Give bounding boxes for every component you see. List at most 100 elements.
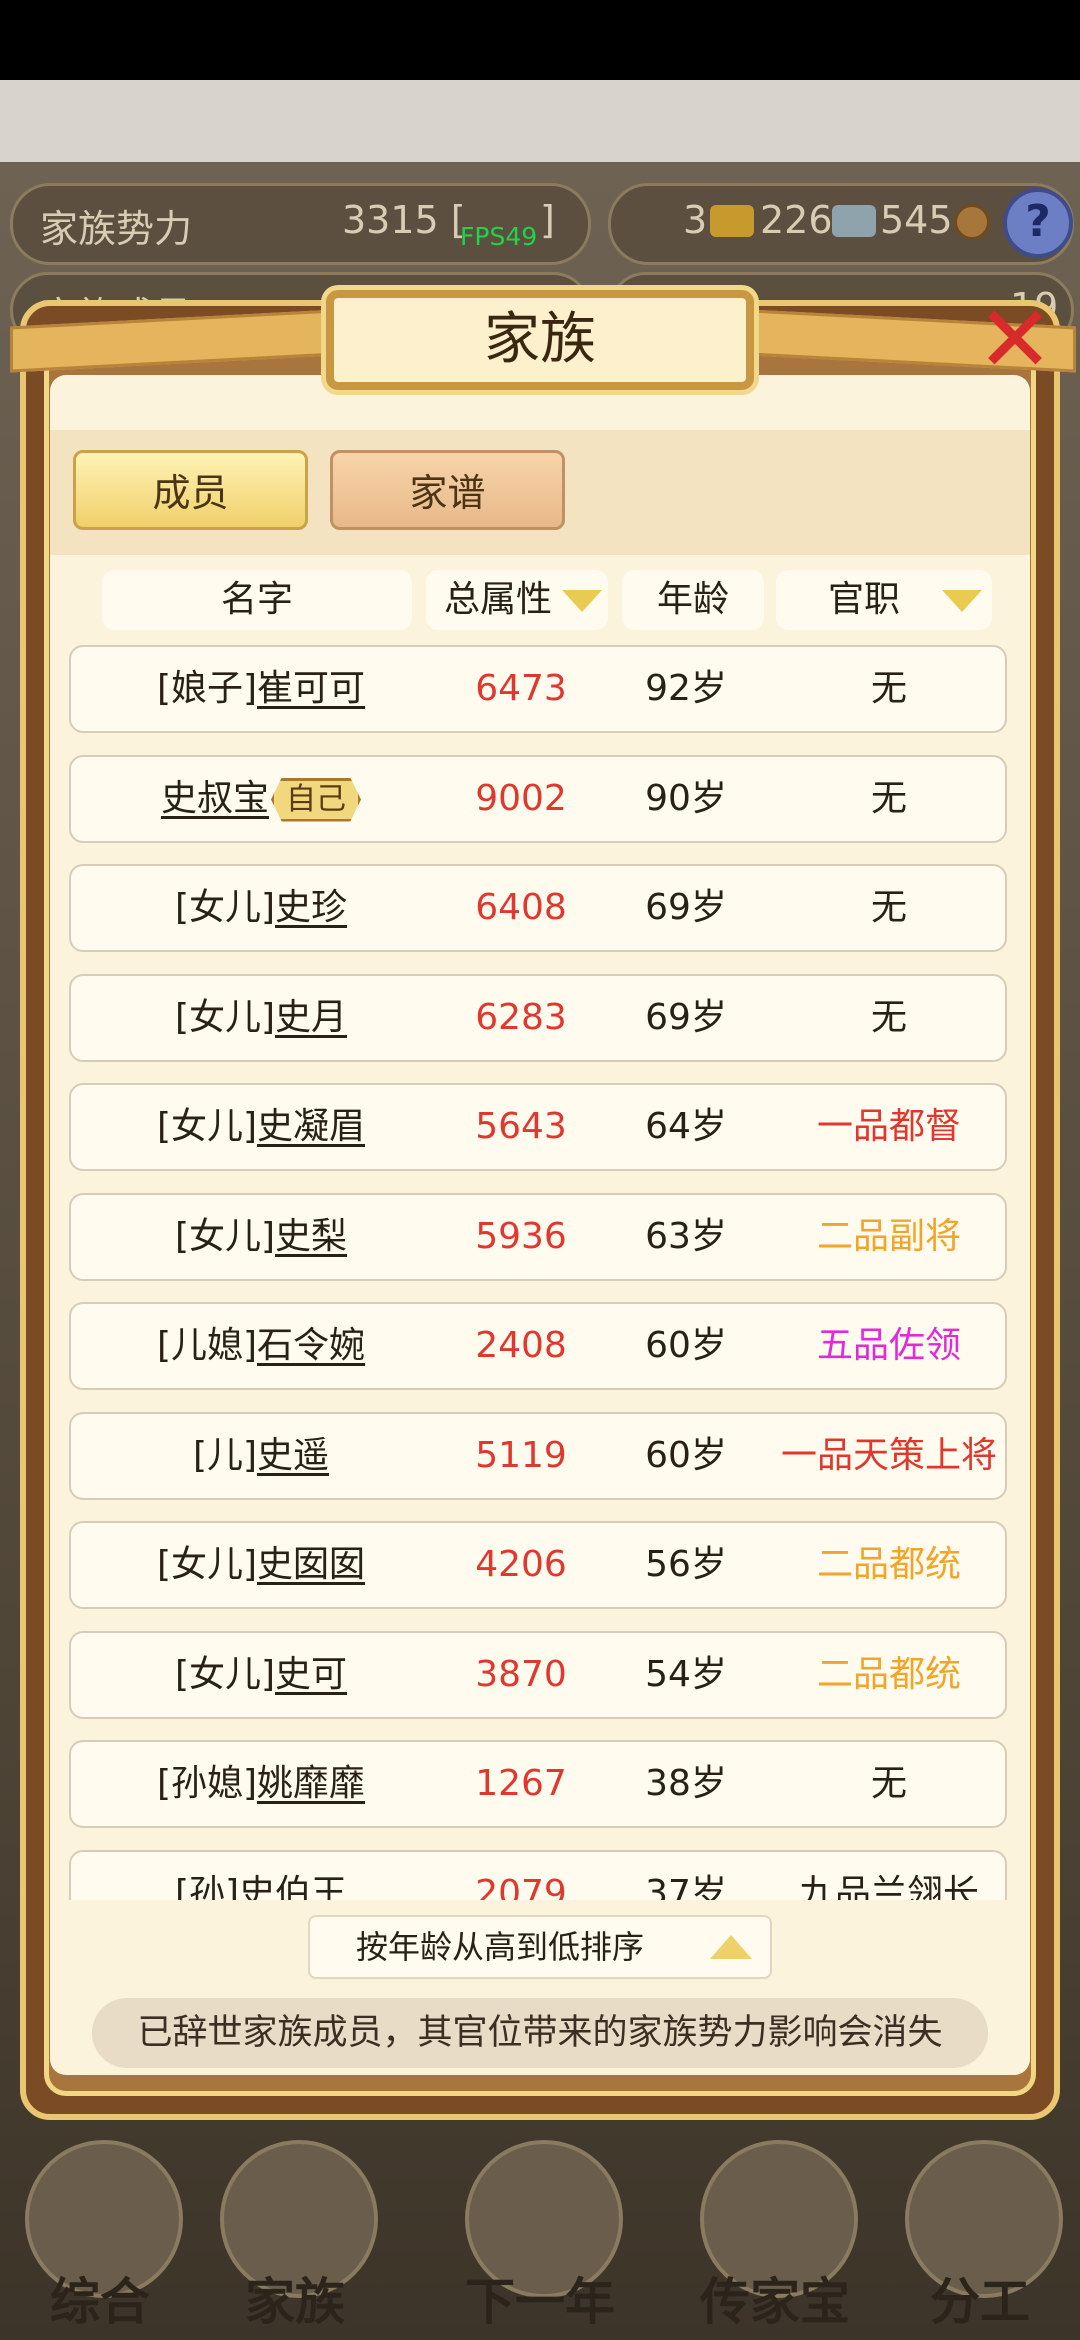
member-total-attr: 2408 xyxy=(475,1325,567,1366)
member-relation: [女儿] xyxy=(174,996,276,1038)
table-row[interactable]: [孙]史伯王 2079 37岁 九品兰翎长 xyxy=(69,1849,1007,1901)
nav-heirloom-label: 传家宝 xyxy=(700,2273,850,2331)
table-row[interactable]: [女儿]史月 6283 69岁 无 xyxy=(69,973,1007,1062)
member-office: 二品都统 xyxy=(816,1653,961,1695)
fps-counter: FPS49 xyxy=(460,222,538,251)
tab-members[interactable]: 成员 xyxy=(73,450,308,530)
nav-heirloom[interactable]: 传家宝 xyxy=(690,2140,860,2331)
tab-members-label: 成员 xyxy=(152,471,229,515)
member-total-attr: 9002 xyxy=(475,777,567,819)
member-relation: [孙媳] xyxy=(156,1763,258,1804)
header-office-label: 官职 xyxy=(828,579,901,620)
member-relation: [女儿] xyxy=(156,1544,258,1585)
member-name-link[interactable]: 石令婉 xyxy=(257,1325,365,1366)
header-attr-label: 总属性 xyxy=(444,579,553,620)
member-relation: [儿] xyxy=(192,1434,258,1476)
family-power-value: 3315 [ xyxy=(342,198,466,242)
table-row[interactable]: [娘子]崔可可 6473 92岁 无 xyxy=(69,645,1007,733)
table-row[interactable]: [女儿]史凝眉 5643 64岁 一品都督 xyxy=(69,1083,1007,1171)
member-name-cell: [女儿]史可 xyxy=(71,1633,451,1717)
member-total-attr: 6283 xyxy=(475,996,567,1038)
header-name-label: 名字 xyxy=(220,579,293,620)
member-office: 无 xyxy=(870,777,907,819)
nav-division[interactable]: 分工 xyxy=(895,2140,1065,2331)
member-age: 37岁 xyxy=(645,1872,727,1901)
member-age: 54岁 xyxy=(645,1653,727,1695)
member-office: 无 xyxy=(870,887,907,928)
member-office: 一品天策上将 xyxy=(780,1434,997,1476)
header-attr[interactable]: 总属性 xyxy=(426,570,608,630)
deceased-notice: 已辞世家族成员，其官位带来的家族势力影响会消失 xyxy=(92,1998,988,2068)
table-row[interactable]: [儿媳]石令婉 2408 60岁 五品佐领 xyxy=(69,1302,1007,1390)
member-office: 五品佐领 xyxy=(816,1325,961,1366)
member-name-link[interactable]: 史梨 xyxy=(275,1216,347,1257)
close-icon: ✕ xyxy=(976,286,1054,393)
member-name-link[interactable]: 史月 xyxy=(275,997,347,1038)
member-age: 63岁 xyxy=(645,1215,727,1257)
family-power-label: 家族势力 xyxy=(40,207,193,251)
member-office: 无 xyxy=(870,996,907,1038)
header-age[interactable]: 年龄 xyxy=(622,570,764,630)
member-office: 二品都统 xyxy=(816,1544,961,1585)
table-row[interactable]: [孙媳]姚靡靡 1267 38岁 无 xyxy=(69,1740,1007,1828)
member-name-link[interactable]: 史遥 xyxy=(257,1435,329,1476)
member-list[interactable]: [娘子]崔可可 6473 92岁无史叔宝 自己 9002 90岁无 [女儿]史珍 6408 69… xyxy=(69,645,1009,1900)
member-name-cell: 史叔宝 自己 xyxy=(71,757,451,841)
table-row[interactable]: [儿]史遥 5119 60岁 一品天策上将 xyxy=(69,1411,1007,1500)
table-row[interactable]: 史叔宝 自己 9002 90岁 无 xyxy=(69,754,1007,843)
member-age: 64岁 xyxy=(645,1106,727,1147)
member-name-cell: [娘子]崔可可 xyxy=(71,647,451,731)
member-name-link[interactable]: 史叔宝 xyxy=(161,778,269,819)
nav-next-year-label: 下一年 xyxy=(465,2273,615,2331)
self-badge: 自己 xyxy=(271,777,361,822)
member-name-link[interactable]: 史凝眉 xyxy=(257,1106,365,1147)
member-age: 60岁 xyxy=(645,1325,727,1366)
member-name-link[interactable]: 崔可可 xyxy=(257,668,365,709)
member-total-attr: 3870 xyxy=(475,1653,567,1695)
help-button[interactable]: ? xyxy=(1003,188,1073,258)
member-age: 90岁 xyxy=(645,777,727,819)
nav-family-label: 家族 xyxy=(245,2273,345,2331)
nav-overview[interactable]: 综合 xyxy=(15,2140,185,2331)
member-office: 无 xyxy=(870,1763,907,1804)
sort-order-button[interactable]: 按年龄从高到低排序 xyxy=(308,1915,772,1979)
member-total-attr: 5119 xyxy=(475,1434,567,1476)
filter-down-icon xyxy=(942,590,982,612)
nav-division-label: 分工 xyxy=(930,2273,1030,2331)
table-row[interactable]: [女儿]史珍 6408 69岁 无 xyxy=(69,864,1007,952)
member-name-link[interactable]: 姚靡靡 xyxy=(257,1763,365,1804)
member-office: 无 xyxy=(870,668,907,709)
member-total-attr: 4206 xyxy=(475,1544,567,1585)
table-row[interactable]: [女儿]史梨 5936 63岁 二品副将 xyxy=(69,1192,1007,1281)
sort-down-icon xyxy=(562,590,602,612)
member-relation: [女儿] xyxy=(174,887,276,928)
silver-ingot-icon xyxy=(832,205,876,237)
close-button[interactable]: ✕ xyxy=(965,290,1065,390)
header-age-label: 年龄 xyxy=(656,579,729,620)
tab-genealogy[interactable]: 家谱 xyxy=(330,450,565,530)
member-name-link[interactable]: 史珍 xyxy=(275,887,347,928)
member-office: 一品都督 xyxy=(816,1106,961,1147)
dialog-title-plaque: 家族 xyxy=(326,290,754,390)
nav-family[interactable]: 家族 xyxy=(210,2140,380,2331)
member-age: 69岁 xyxy=(645,996,727,1038)
member-name-cell: [儿]史遥 xyxy=(71,1414,451,1498)
nav-overview-label: 综合 xyxy=(50,2273,150,2331)
header-name[interactable]: 名字 xyxy=(102,570,412,630)
silver-count: 545 xyxy=(880,198,953,242)
coins-count: 3 xyxy=(683,198,708,242)
member-age: 69岁 xyxy=(645,887,727,928)
member-name-link[interactable]: 史可 xyxy=(275,1654,347,1695)
sort-order-label: 按年龄从高到低排序 xyxy=(355,1928,644,1966)
tab-genealogy-label: 家谱 xyxy=(409,471,486,515)
status-bar xyxy=(0,0,1080,80)
member-total-attr: 1267 xyxy=(475,1763,567,1804)
header-office[interactable]: 官职 xyxy=(776,570,992,630)
member-relation: [儿媳] xyxy=(156,1325,258,1366)
member-total-attr: 2079 xyxy=(475,1872,567,1901)
table-row[interactable]: [女儿]史可 3870 54岁 二品都统 xyxy=(69,1630,1007,1719)
member-name-link[interactable]: 史伯王 xyxy=(239,1873,347,1901)
table-row[interactable]: [女儿]史囡囡 4206 56岁 二品都统 xyxy=(69,1521,1007,1609)
member-name-link[interactable]: 史囡囡 xyxy=(257,1544,365,1585)
nav-next-year[interactable]: 下一年 xyxy=(430,2140,650,2331)
